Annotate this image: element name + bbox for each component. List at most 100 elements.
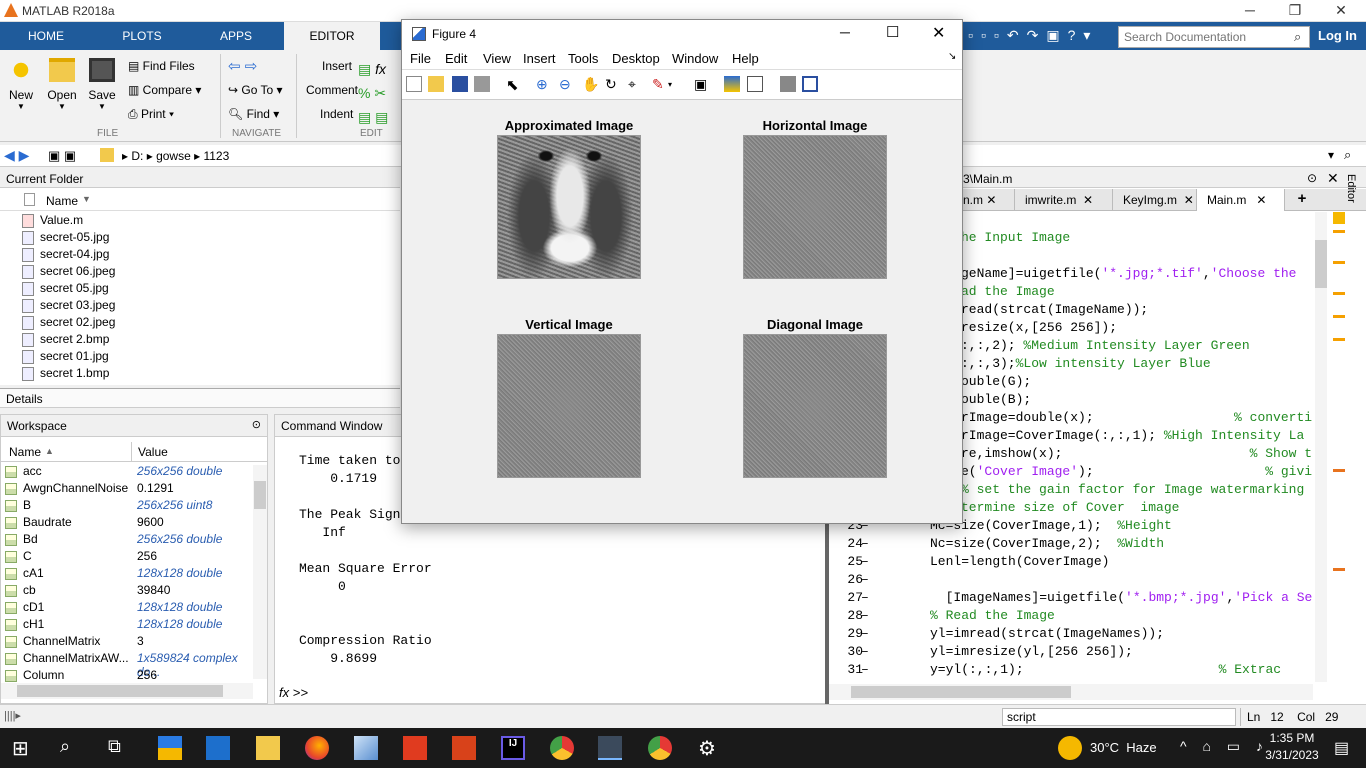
compare-button[interactable]: ▥ Compare ▾ xyxy=(128,83,201,97)
breadcrumb[interactable]: ▸ D: ▸ gowse ▸ 1123 xyxy=(122,149,229,163)
code-line[interactable]: 30– yl=imresize(yl,[256 256]); xyxy=(827,644,1313,662)
code-line[interactable]: 25– Lenl=length(CoverImage) xyxy=(827,554,1313,572)
menu-view[interactable]: View xyxy=(483,51,511,66)
menu-file[interactable]: File xyxy=(410,51,431,66)
menu-tools[interactable]: Tools xyxy=(568,51,598,66)
editor-close-icon[interactable]: ✕ xyxy=(1327,170,1339,187)
save-button[interactable]: Save ▼ xyxy=(86,58,118,111)
data-cursor-icon[interactable]: ⌖ xyxy=(628,76,644,92)
vertical-scrollbar[interactable] xyxy=(253,465,267,679)
breakpoint-marker[interactable]: – xyxy=(861,590,869,605)
app-cube-icon[interactable] xyxy=(354,736,378,760)
tab-editor[interactable]: EDITOR xyxy=(284,22,380,50)
figure-title-bar[interactable]: Figure 4 ─ ☐ ✕ xyxy=(402,20,962,48)
editor-tab[interactable]: KeyImg.m ✕ xyxy=(1113,189,1197,211)
figure-maximize-icon[interactable]: ☐ xyxy=(886,23,899,41)
name-column-header[interactable]: Name xyxy=(46,194,78,208)
open-button[interactable]: Open ▼ xyxy=(46,58,78,111)
go-to-button[interactable]: ↪ Go To ▾ xyxy=(228,83,283,97)
breakpoint-marker[interactable]: – xyxy=(861,554,869,569)
scroll-thumb[interactable] xyxy=(1315,240,1327,288)
column-header[interactable]: Name ▼ xyxy=(0,191,400,211)
workspace-row[interactable]: ChannelMatrix 3 xyxy=(5,634,255,651)
workspace-panel[interactable]: Workspace ⊙ Name ▲ Value acc 256x256 doubl… xyxy=(0,414,268,704)
notifications-icon[interactable]: ▤ xyxy=(1334,738,1349,758)
office-icon[interactable] xyxy=(403,736,427,760)
save-figure-icon[interactable] xyxy=(452,76,468,92)
path-drive[interactable]: D: xyxy=(131,149,143,163)
editor-tab[interactable]: imwrite.m ✕ xyxy=(1015,189,1113,211)
list-item[interactable]: secret 06.jpeg xyxy=(22,264,115,281)
workspace-row[interactable]: C 256 xyxy=(5,549,255,566)
ws-value-column[interactable]: Value xyxy=(138,445,168,459)
breakpoint-marker[interactable]: – xyxy=(861,536,869,551)
workspace-row[interactable]: cb 39840 xyxy=(5,583,255,600)
breakpoint-marker[interactable]: – xyxy=(861,626,869,641)
figure-minimize-icon[interactable]: ─ xyxy=(840,24,850,40)
new-figure-icon[interactable] xyxy=(406,76,422,92)
tab-close-icon[interactable]: ✕ xyxy=(986,193,996,207)
edit-tools-icon[interactable]: ▤ fx% ✂ ▤ ▤ xyxy=(358,57,388,129)
list-item[interactable]: secret-04.jpg xyxy=(22,247,109,264)
menu-edit[interactable]: Edit xyxy=(445,51,467,66)
workspace-row[interactable]: cH1 128x128 double xyxy=(5,617,255,634)
code-line[interactable]: 27– [ImageNames]=uigetfile('*.bmp;*.jpg'… xyxy=(827,590,1313,608)
pan-icon[interactable]: ✋ xyxy=(582,76,599,92)
rotate-3d-icon[interactable]: ↻ xyxy=(605,76,621,92)
workspace-row[interactable]: cA1 128x128 double xyxy=(5,566,255,583)
h-scroll-thumb[interactable] xyxy=(851,686,1071,698)
path-folder-1123[interactable]: 1123 xyxy=(203,149,229,163)
firefox-icon[interactable] xyxy=(305,736,329,760)
zoom-out-icon[interactable]: ⊖ xyxy=(559,76,575,92)
editor-horizontal-scrollbar[interactable] xyxy=(827,684,1313,700)
breakpoint-marker[interactable]: – xyxy=(861,662,869,677)
search-documentation-input[interactable] xyxy=(1118,26,1310,48)
clock-date[interactable]: 3/31/2023 xyxy=(1256,748,1328,762)
workspace-row[interactable]: acc 256x256 double xyxy=(5,464,255,481)
weather-text[interactable]: 30°C Haze xyxy=(1090,740,1157,755)
folder-tools-icon[interactable]: ▣ ▣ xyxy=(48,148,76,164)
pointer-icon[interactable]: ⬉ xyxy=(506,76,522,94)
code-line[interactable]: 26– xyxy=(827,572,1313,590)
store-icon[interactable] xyxy=(158,736,182,760)
office-app-icon[interactable] xyxy=(452,736,476,760)
figure-close-icon[interactable]: ✕ xyxy=(932,23,945,43)
editor-tab-active[interactable]: Main.m ✕ xyxy=(1197,189,1285,211)
matlab-taskbar-icon[interactable] xyxy=(598,736,622,760)
breakpoint-marker[interactable]: – xyxy=(861,608,869,623)
windows-start-icon[interactable]: ⊞ xyxy=(12,736,36,760)
code-line[interactable]: 29– yl=imread(strcat(ImageNames)); xyxy=(827,626,1313,644)
tab-close-icon[interactable]: ✕ xyxy=(1256,193,1266,207)
code-line[interactable]: 28– % Read the Image xyxy=(827,608,1313,626)
new-button[interactable]: New ▼ xyxy=(6,58,36,111)
horizontal-image[interactable] xyxy=(743,135,887,279)
code-analyzer-bar[interactable] xyxy=(1333,212,1345,682)
login-button[interactable]: Log In xyxy=(1318,28,1357,43)
editor-vertical-scrollbar[interactable] xyxy=(1315,212,1327,682)
list-item[interactable]: secret 03.jpeg xyxy=(22,298,115,315)
list-item[interactable]: Value.m xyxy=(22,213,83,230)
list-item[interactable]: secret 01.jpg xyxy=(22,349,109,366)
command-prompt[interactable]: fx >> xyxy=(279,685,308,701)
settings-gear-icon[interactable]: ⚙ xyxy=(698,736,722,760)
search-icon[interactable]: ⌕ xyxy=(60,736,84,760)
panel-menu-icon[interactable]: ⊙ xyxy=(252,418,261,431)
print-figure-icon[interactable] xyxy=(474,76,490,92)
brush-dropdown-icon[interactable]: ▾ xyxy=(668,80,684,96)
code-line[interactable]: 31– y=yl(:,:,1); % Extrac xyxy=(827,662,1313,680)
vertical-image[interactable] xyxy=(497,334,641,478)
h-scroll-thumb[interactable] xyxy=(17,685,223,697)
tab-close-icon[interactable]: ✕ xyxy=(1083,193,1093,207)
tab-apps[interactable]: APPS xyxy=(190,22,282,50)
legend-icon[interactable] xyxy=(747,76,763,92)
horizontal-scrollbar[interactable] xyxy=(1,683,253,699)
dock-icon[interactable]: ↘ xyxy=(948,51,956,62)
workspace-row[interactable]: ChannelMatrixAW... 1x589824 complex do... xyxy=(5,651,255,679)
editor-menu-icon[interactable]: ⊙ xyxy=(1307,171,1317,185)
tab-close-icon[interactable]: ✕ xyxy=(1184,193,1194,207)
list-item[interactable]: secret 02.jpeg xyxy=(22,315,115,332)
find-button[interactable]: 🔍︎ Find ▾ xyxy=(228,107,279,121)
comment-button[interactable]: Comment xyxy=(306,83,358,97)
workspace-row[interactable]: cD1 128x128 double xyxy=(5,600,255,617)
tab-plots[interactable]: PLOTS xyxy=(96,22,188,50)
